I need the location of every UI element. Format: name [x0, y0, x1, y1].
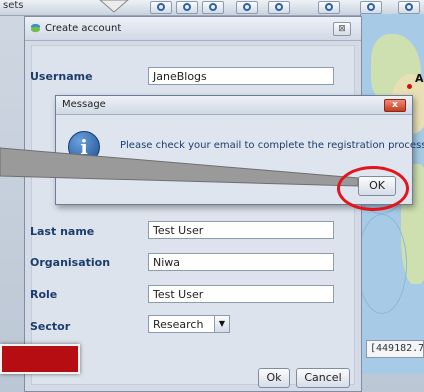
annotation-banner [0, 344, 80, 374]
highlight-circle [337, 166, 409, 211]
